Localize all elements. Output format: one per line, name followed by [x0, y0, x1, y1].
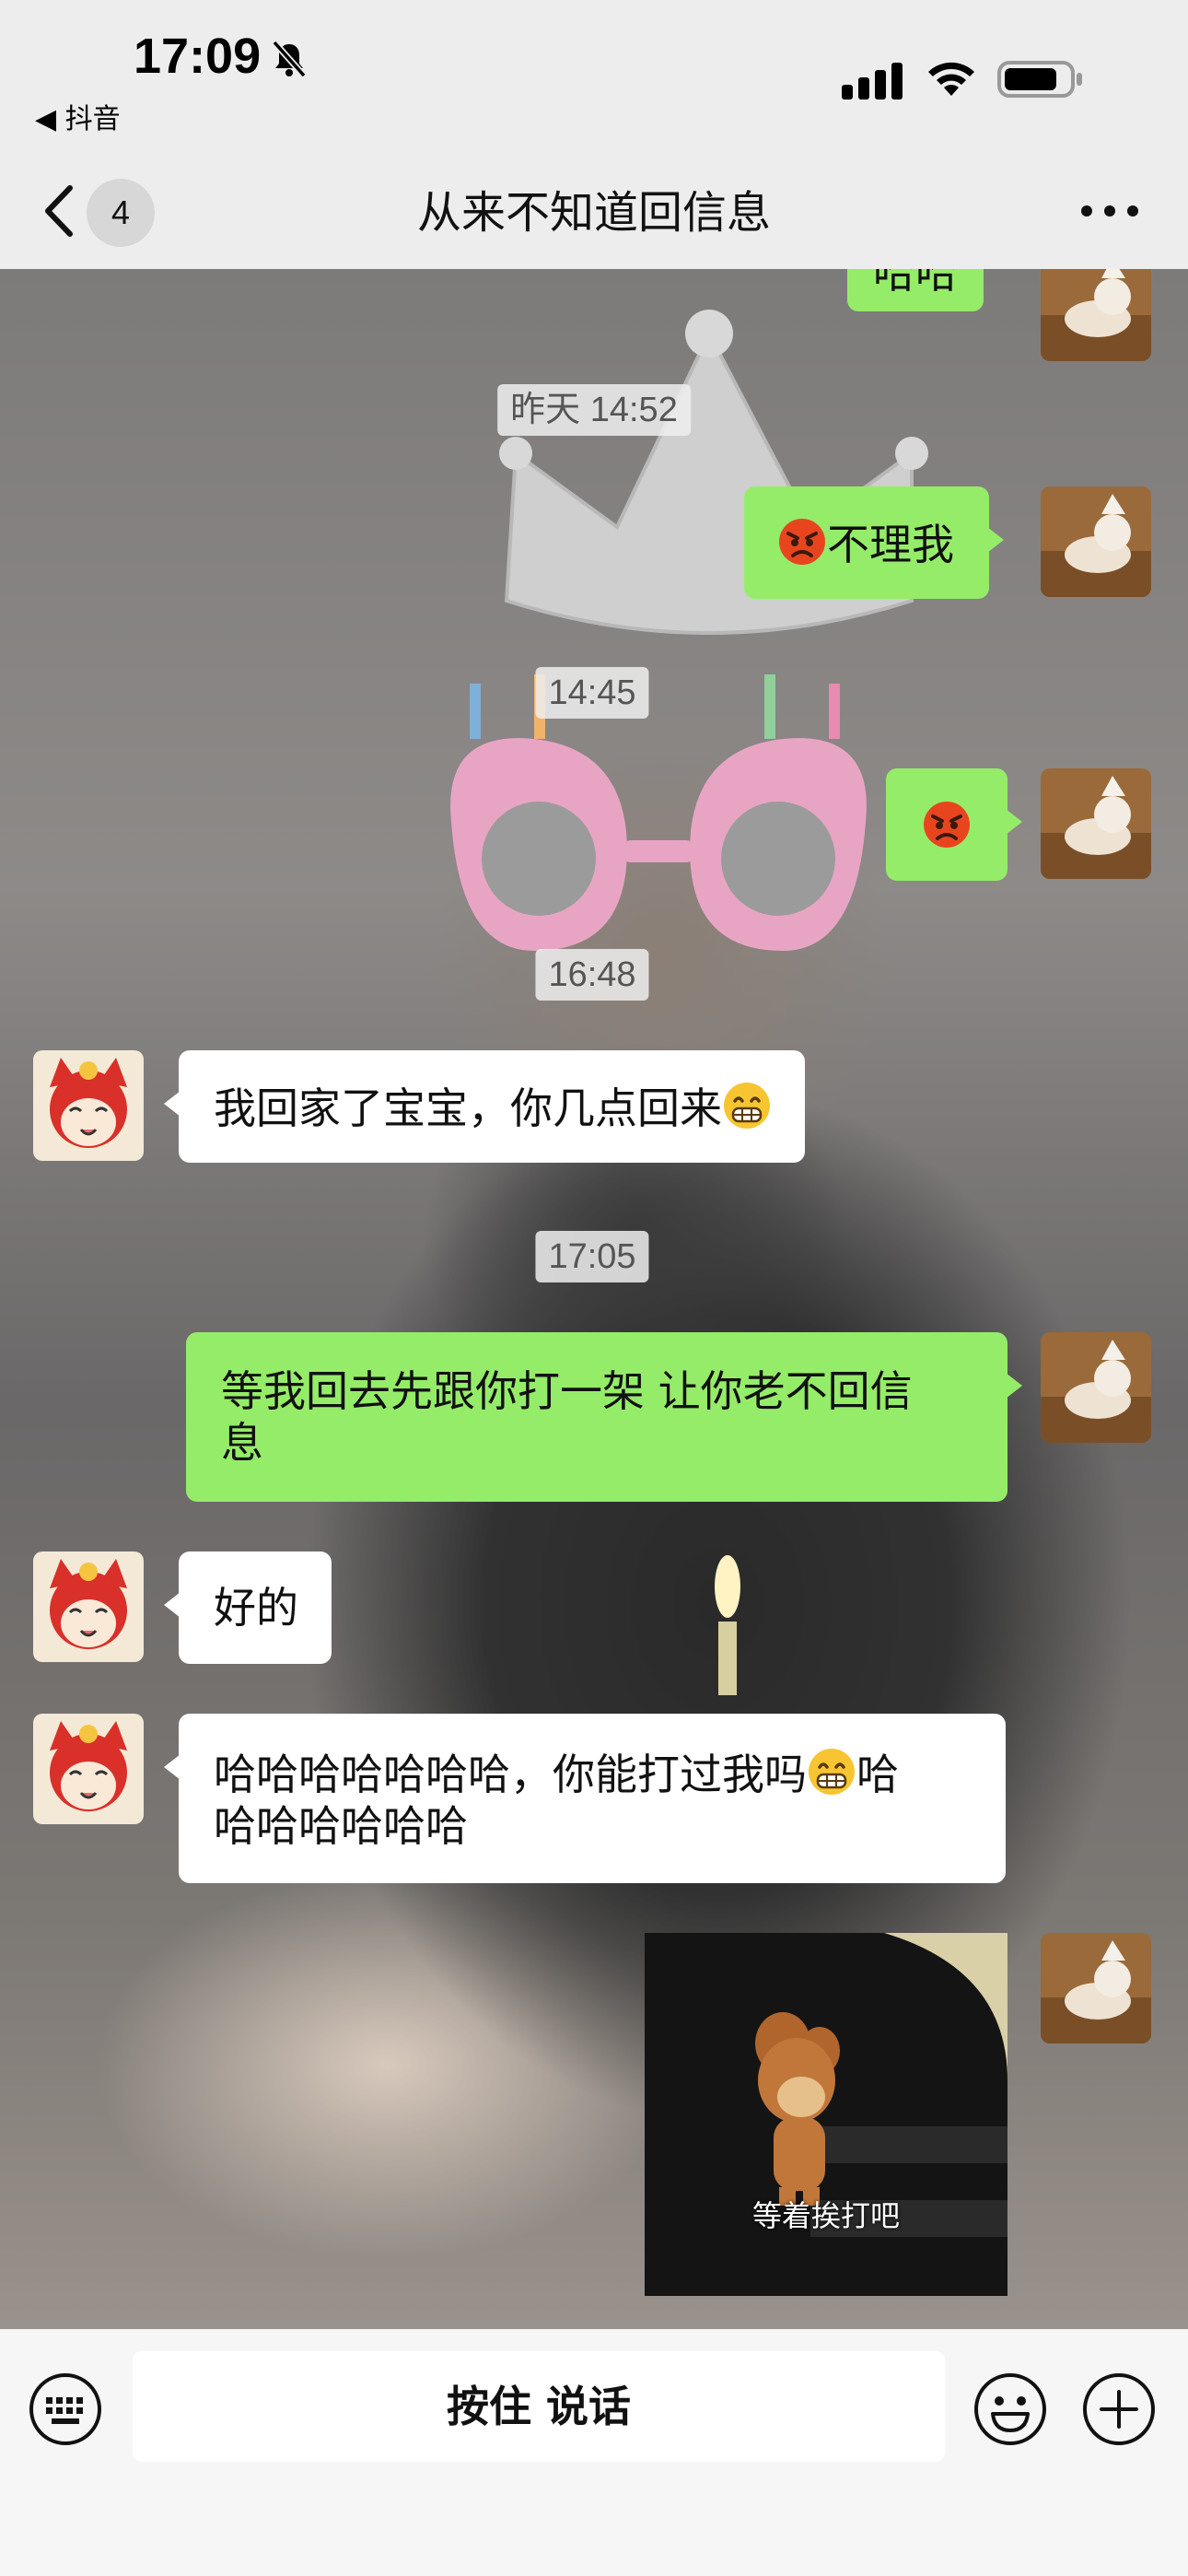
avatar-contact[interactable]	[33, 1714, 144, 1824]
cat-avatar-image	[1041, 1332, 1151, 1443]
message-text-line: 息	[221, 1418, 263, 1468]
cat-avatar-image	[1041, 486, 1151, 597]
cat-avatar-image	[1041, 768, 1151, 879]
angry-emoji-icon	[924, 802, 970, 848]
message-bubble-incoming[interactable]: 哈哈哈哈哈哈哈，你能打过我吗 哈 哈哈哈哈哈哈	[164, 1714, 1006, 1883]
cat-avatar-image	[1041, 269, 1151, 361]
message-text: 不理我	[827, 520, 954, 569]
chat-title: 从来不知道回信息	[416, 187, 771, 239]
cat-avatar-image	[1041, 1933, 1151, 2043]
keyboard-toggle-icon[interactable]	[28, 2371, 103, 2447]
emoji-icon[interactable]	[973, 2371, 1048, 2447]
grin-emoji-icon	[809, 1749, 855, 1795]
message-bubble-outgoing[interactable]	[886, 768, 1022, 881]
message-text-line: 等我回去先跟你打一架 让你老不回信	[221, 1366, 913, 1416]
message-text: 好的	[214, 1583, 298, 1633]
input-bar: 按住 说话	[0, 2329, 1188, 2576]
wifi-icon	[928, 62, 974, 96]
message-text: 我回家了宝宝，你几点回来	[214, 1083, 722, 1133]
message-text: 哈	[856, 1750, 899, 1799]
avatar-contact[interactable]	[33, 1551, 144, 1662]
battery-icon	[997, 61, 1082, 98]
plus-icon[interactable]	[1081, 2371, 1157, 2447]
message-bubble-outgoing[interactable]: 不理我	[744, 486, 1004, 599]
avatar-me[interactable]	[1041, 1933, 1151, 2043]
more-options-icon[interactable]	[1077, 199, 1142, 223]
fox-avatar-image	[33, 1050, 144, 1161]
fox-avatar-image	[33, 1714, 144, 1824]
avatar-me[interactable]	[1041, 768, 1151, 879]
grin-emoji-icon	[724, 1083, 770, 1129]
background-candle-illustration	[715, 1555, 740, 1695]
message-bubble-outgoing[interactable]: 哈哈	[847, 269, 984, 311]
sticker-caption: 等着挨打吧	[751, 2198, 900, 2233]
angry-emoji-icon	[779, 519, 825, 565]
timestamp: 昨天 14:52	[497, 384, 691, 436]
bell-muted-icon	[272, 40, 307, 78]
message-text-line: 哈哈哈哈哈哈哈，你能打过我吗 哈	[214, 1747, 978, 1800]
status-time: 17:09	[134, 29, 262, 84]
jerry-mouse-sticker-image	[645, 1933, 1007, 2296]
avatar-me[interactable]	[1041, 1332, 1151, 1443]
timestamp: 17:05	[535, 1231, 649, 1282]
message-bubble-incoming[interactable]: 我回家了宝宝，你几点回来	[164, 1050, 805, 1163]
back-to-app-link[interactable]: ◀ 抖音	[35, 96, 121, 136]
avatar-me[interactable]	[1041, 486, 1151, 597]
background-party-glasses-illustration	[450, 674, 867, 951]
chat-message-list[interactable]: 哈哈 昨天 14:52 不理我 14:45 16:48 我回家了宝宝，你几点回来…	[0, 269, 1188, 2329]
cellular-signal-icon	[842, 63, 903, 100]
status-bar: 17:09 ◀ 抖音	[0, 0, 1188, 147]
avatar-contact[interactable]	[33, 1050, 144, 1161]
timestamp: 14:45	[535, 667, 649, 719]
chat-header: 4 从来不知道回信息	[0, 147, 1188, 269]
avatar-me[interactable]	[1041, 269, 1151, 361]
background-crown-illustration	[499, 310, 928, 635]
message-bubble-outgoing[interactable]: 等我回去先跟你打一架 让你老不回信 息	[186, 1332, 1022, 1502]
sticker-message[interactable]: 等着挨打吧	[645, 1933, 1007, 2296]
timestamp: 16:48	[535, 949, 649, 1001]
hold-to-talk-button[interactable]: 按住 说话	[133, 2351, 945, 2462]
message-text: 哈哈	[873, 269, 958, 298]
message-bubble-incoming[interactable]: 好的	[164, 1551, 332, 1664]
fox-avatar-image	[33, 1551, 144, 1662]
message-text: 哈哈哈哈哈哈哈，你能打过我吗	[214, 1750, 807, 1799]
message-text-line: 哈哈哈哈哈哈	[214, 1801, 468, 1851]
